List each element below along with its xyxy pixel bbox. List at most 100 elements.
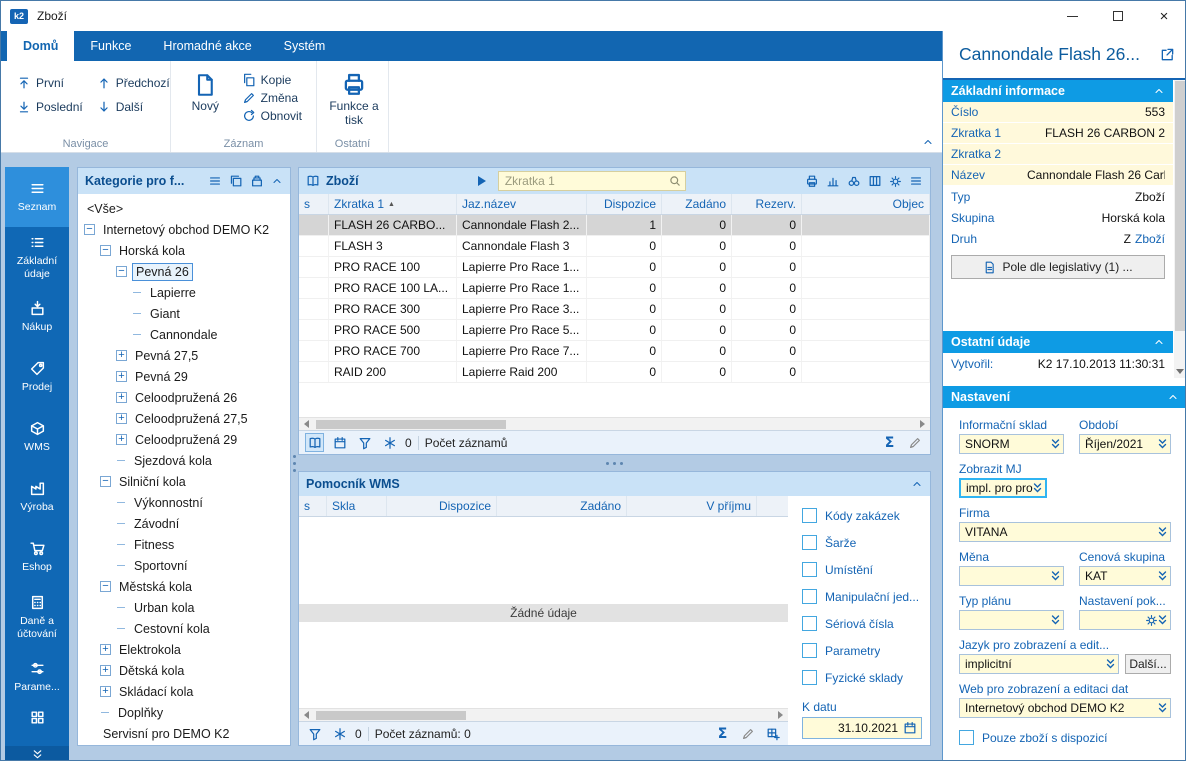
tree-item[interactable]: Celoodpružená 26: [78, 387, 290, 408]
section-zakladni-informace[interactable]: Základní informace: [943, 80, 1173, 102]
sum-icon[interactable]: Σ: [713, 724, 732, 743]
vertical-scrollbar[interactable]: [1174, 80, 1185, 378]
column-header[interactable]: Zadáno: [662, 194, 732, 214]
tree-item[interactable]: Giant: [78, 303, 290, 324]
minimize-button[interactable]: [1049, 1, 1095, 31]
expand-node-icon[interactable]: [116, 371, 127, 382]
edit-icon[interactable]: [738, 724, 757, 743]
tree-item[interactable]: Cannondale: [78, 324, 290, 345]
ribbon-nav-button[interactable]: Poslední: [11, 95, 89, 119]
column-header[interactable]: Zkratka 1: [329, 194, 457, 214]
scroll-right-button[interactable]: [915, 418, 930, 430]
calendar-icon[interactable]: [903, 721, 917, 735]
record-action-button[interactable]: Kopie: [236, 71, 308, 89]
tree-item[interactable]: Celoodpružená 27,5: [78, 408, 290, 429]
search-input[interactable]: Zkratka 1: [497, 171, 686, 191]
layers-icon[interactable]: [250, 174, 264, 188]
edit-icon[interactable]: [905, 433, 924, 452]
sidebar-item[interactable]: Seznam: [5, 167, 69, 227]
ribbon-tab[interactable]: Domů: [7, 31, 75, 61]
scroll-left-button[interactable]: [299, 418, 314, 430]
collapse-node-icon[interactable]: [100, 476, 111, 487]
checkbox[interactable]: [802, 535, 817, 550]
tree-item[interactable]: Horská kola: [78, 240, 290, 261]
collapse-node-icon[interactable]: [100, 581, 111, 592]
calendar-icon[interactable]: [330, 433, 349, 452]
table-row[interactable]: PRO RACE 500 Lapierre Pro Race 5... 0 0 …: [299, 320, 930, 341]
ribbon-nav-button[interactable]: První: [11, 71, 89, 95]
tree-item[interactable]: Elektrokola: [78, 639, 290, 660]
sidebar-item[interactable]: Nákup: [5, 287, 69, 347]
sidebar-item[interactable]: Parame...: [5, 647, 69, 707]
sum-icon[interactable]: Σ: [880, 433, 899, 452]
column-header[interactable]: Jaz.název: [457, 194, 587, 214]
expand-node-icon[interactable]: [100, 644, 111, 655]
zobrazit-mj-select[interactable]: impl. pro pro: [959, 478, 1047, 498]
menu-icon[interactable]: [909, 174, 923, 188]
checkbox[interactable]: [959, 730, 974, 745]
tree-item[interactable]: Urban kola: [78, 597, 290, 618]
table-row[interactable]: PRO RACE 100 Lapierre Pro Race 1... 0 0 …: [299, 257, 930, 278]
close-button[interactable]: ×: [1141, 1, 1185, 31]
table-row[interactable]: PRO RACE 300 Lapierre Pro Race 3... 0 0 …: [299, 299, 930, 320]
tree-item[interactable]: Výkonnostní: [78, 492, 290, 513]
new-record-button[interactable]: Nový: [181, 69, 230, 125]
detail-field-row[interactable]: Zkratka 1 FLASH 26 CARBON 2: [943, 123, 1173, 144]
section-nastaveni[interactable]: Nastavení: [943, 386, 1185, 408]
columns-icon[interactable]: [868, 174, 882, 188]
tree-item[interactable]: Fitness: [78, 534, 290, 555]
expand-node-icon[interactable]: [116, 413, 127, 424]
ribbon-nav-button[interactable]: Předchozí: [91, 71, 176, 95]
table-row[interactable]: RAID 200 Lapierre Raid 200 0 0 0: [299, 362, 930, 383]
sidebar-item[interactable]: Eshop: [5, 527, 69, 587]
scroll-right-button[interactable]: [773, 709, 788, 721]
collapse-node-icon[interactable]: [84, 224, 95, 235]
column-header[interactable]: Rezerv.: [732, 194, 802, 214]
scrollbar-thumb[interactable]: [1175, 81, 1185, 331]
filter-icon[interactable]: [355, 433, 374, 452]
informacni-sklad-select[interactable]: SNORM: [959, 434, 1064, 454]
maximize-button[interactable]: [1095, 1, 1141, 31]
table-row[interactable]: FLASH 26 CARBO... Cannondale Flash 2... …: [299, 215, 930, 236]
expand-node-icon[interactable]: [116, 350, 127, 361]
column-header[interactable]: Skla: [327, 496, 387, 516]
mena-select[interactable]: [959, 566, 1064, 586]
tree-item[interactable]: Dětská kola: [78, 660, 290, 681]
column-header[interactable]: Zadáno: [497, 496, 627, 516]
sidebar-item[interactable]: Základní údaje: [5, 227, 69, 287]
column-header[interactable]: Dispozice: [387, 496, 497, 516]
ribbon-tab[interactable]: Hromadné akce: [147, 31, 267, 61]
legislativa-button[interactable]: Pole dle legislativy (1) ...: [951, 255, 1165, 279]
sidebar-item[interactable]: Daně a účtování: [5, 587, 69, 647]
cascade-windows-icon[interactable]: [229, 174, 243, 188]
collapse-section-icon[interactable]: [1167, 391, 1179, 403]
dalsi-button[interactable]: Další...: [1125, 654, 1171, 674]
print-icon[interactable]: [805, 174, 819, 188]
checkbox[interactable]: [802, 562, 817, 577]
ribbon-tab[interactable]: Funkce: [74, 31, 147, 61]
scroll-down-button[interactable]: [1174, 365, 1185, 378]
gear-icon[interactable]: [889, 175, 902, 188]
section-ostatni-udaje[interactable]: Ostatní údaje: [943, 331, 1173, 353]
scrollbar-thumb[interactable]: [316, 419, 506, 429]
collapse-node-icon[interactable]: [100, 245, 111, 256]
table-row[interactable]: FLASH 3 Cannondale Flash 3 0 0 0: [299, 236, 930, 257]
column-header[interactable]: V příjmu: [627, 496, 757, 516]
tree-item[interactable]: <Vše>: [78, 198, 290, 219]
detail-field-row[interactable]: Druh Z Zboží: [943, 228, 1173, 249]
chart-icon[interactable]: [826, 174, 840, 188]
tree-item[interactable]: Pevná 29: [78, 366, 290, 387]
detail-field-row[interactable]: Číslo 553: [943, 102, 1173, 123]
checkbox[interactable]: [802, 643, 817, 658]
checkbox[interactable]: [802, 508, 817, 523]
open-in-window-icon[interactable]: [1160, 47, 1175, 62]
k-datu-date-input[interactable]: 31.10.2021: [802, 717, 922, 739]
record-action-button[interactable]: Obnovit: [236, 107, 308, 125]
tree-item[interactable]: Závodní: [78, 513, 290, 534]
tree-item[interactable]: Cestovní kola: [78, 618, 290, 639]
tree-item[interactable]: Pevná 27,5: [78, 345, 290, 366]
book-view-icon[interactable]: [305, 433, 324, 452]
scroll-left-button[interactable]: [299, 709, 314, 721]
tree-item[interactable]: Internetový obchod DEMO K2: [78, 219, 290, 240]
functions-print-button[interactable]: Funkce a tisk: [327, 67, 381, 128]
